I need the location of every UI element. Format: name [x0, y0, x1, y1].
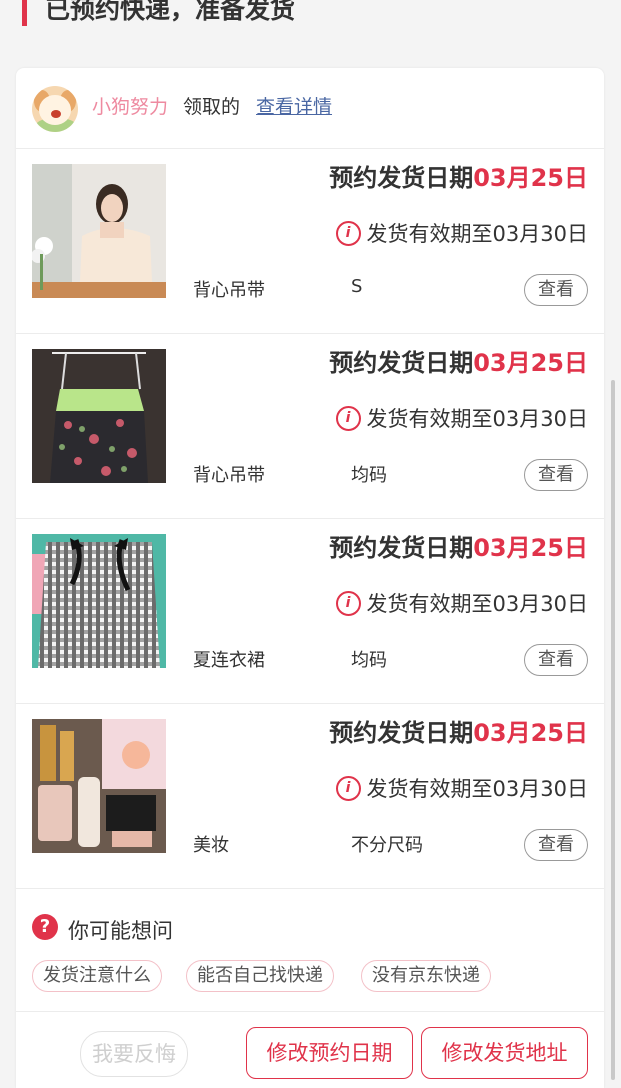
product-thumbnail[interactable]	[32, 164, 166, 298]
view-button[interactable]: 查看	[524, 459, 588, 491]
view-button[interactable]: 查看	[524, 829, 588, 861]
ship-date: 预约发货日期03月25日	[329, 349, 588, 377]
claimer-row: 小狗努力 领取的 查看详情	[16, 68, 604, 149]
item-name: 背心吊带	[193, 280, 265, 301]
ship-date: 预约发货日期03月25日	[329, 534, 588, 562]
info-icon: i	[335, 405, 361, 431]
item-size: 均码	[351, 650, 387, 671]
order-item: 预约发货日期03月25日 i 发货有效期至03月30日 背心吊带 S 查看	[16, 148, 604, 334]
order-card: 小狗努力 领取的 查看详情 预约发货日期03月25日 i 发货有效期至03月30日…	[16, 68, 604, 1088]
scrollbar[interactable]	[611, 380, 615, 1080]
item-size: 均码	[351, 465, 387, 486]
valid-until: i 发货有效期至03月30日	[335, 403, 588, 433]
product-thumbnail[interactable]	[32, 349, 166, 483]
avatar	[32, 86, 78, 132]
question-icon: ?	[32, 914, 58, 940]
view-button[interactable]: 查看	[524, 644, 588, 676]
faq-chip[interactable]: 没有京东快递	[361, 960, 491, 992]
view-details-link[interactable]: 查看详情	[256, 92, 332, 119]
view-button[interactable]: 查看	[524, 274, 588, 306]
faq-section: ? 你可能想问 发货注意什么 能否自己找快递 没有京东快递	[16, 889, 604, 1012]
item-name: 夏连衣裙	[193, 650, 265, 671]
change-address-button[interactable]: 修改发货地址	[421, 1027, 588, 1079]
change-date-button[interactable]: 修改预约日期	[246, 1027, 413, 1079]
valid-until: i 发货有效期至03月30日	[335, 588, 588, 618]
order-item: 预约发货日期03月25日 i 发货有效期至03月30日 夏连衣裙 均码 查看	[16, 518, 604, 704]
order-item: 预约发货日期03月25日 i 发货有效期至03月30日 背心吊带 均码 查看	[16, 333, 604, 519]
order-item: 预约发货日期03月25日 i 发货有效期至03月30日 美妆 不分尺码 查看	[16, 703, 604, 889]
item-name: 背心吊带	[193, 465, 265, 486]
regret-button[interactable]: 我要反悔	[80, 1031, 188, 1077]
faq-chip[interactable]: 能否自己找快递	[186, 960, 334, 992]
header-accent-bar	[22, 0, 27, 26]
faq-title: 你可能想问	[68, 919, 173, 943]
info-icon: i	[335, 775, 361, 801]
claimer-action: 领取的	[183, 96, 241, 118]
item-size: S	[351, 276, 363, 297]
action-bar: 我要反悔 修改预约日期 修改发货地址	[16, 1012, 604, 1088]
page-header: 已预约快递，准备发货	[0, 0, 621, 40]
info-icon: i	[335, 590, 361, 616]
product-thumbnail[interactable]	[32, 719, 166, 853]
valid-until: i 发货有效期至03月30日	[335, 773, 588, 803]
product-thumbnail[interactable]	[32, 534, 166, 668]
ship-date: 预约发货日期03月25日	[329, 719, 588, 747]
faq-chip[interactable]: 发货注意什么	[32, 960, 162, 992]
ship-date: 预约发货日期03月25日	[329, 164, 588, 192]
claimer-name: 小狗努力	[92, 96, 169, 118]
item-size: 不分尺码	[351, 835, 423, 856]
page-title: 已预约快递，准备发货	[45, 0, 296, 24]
item-name: 美妆	[193, 835, 229, 856]
valid-until: i 发货有效期至03月30日	[335, 218, 588, 248]
info-icon: i	[335, 220, 361, 246]
